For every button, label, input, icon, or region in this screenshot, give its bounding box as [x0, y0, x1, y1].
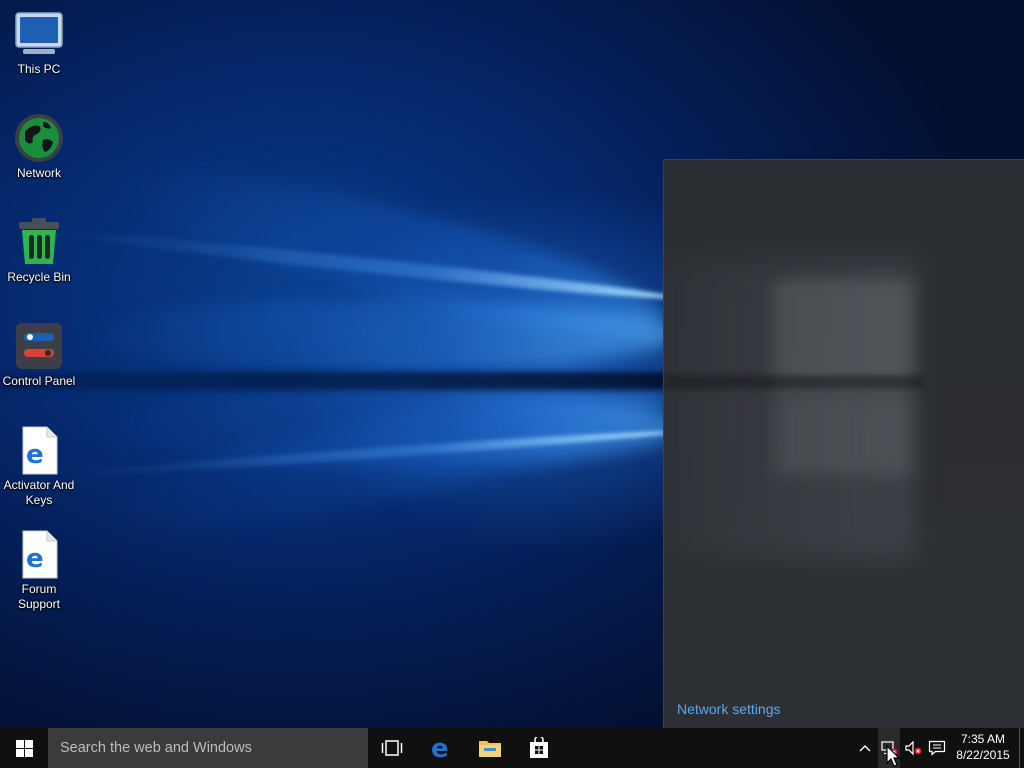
monitor-icon [13, 8, 65, 60]
task-view-button[interactable] [368, 728, 416, 768]
svg-text:e: e [26, 440, 44, 470]
desktop-icon-label: Recycle Bin [7, 270, 71, 284]
store-icon [530, 737, 548, 758]
control-panel-icon [13, 320, 65, 372]
network-flyout: Network settings [663, 159, 1024, 729]
show-desktop-button[interactable] [1019, 728, 1024, 768]
desktop-icon-label: Network [16, 166, 61, 180]
action-center-button[interactable] [926, 728, 948, 768]
action-center-icon [928, 740, 946, 756]
edge-taskbar-button[interactable]: e [418, 728, 466, 768]
windows-logo-icon [15, 739, 33, 757]
chevron-up-icon [859, 745, 871, 752]
desktop-icon-network[interactable]: Network [0, 106, 78, 181]
desktop-icon-recycle-bin[interactable]: Recycle Bin [0, 210, 78, 285]
desktop-icon-control-panel[interactable]: Control Panel [0, 314, 78, 389]
clock-time: 7:35 AM [960, 732, 1006, 746]
taskbar-search-box[interactable] [48, 728, 368, 768]
desktop-icon-label: Control Panel [2, 374, 76, 388]
svg-text:e: e [431, 736, 449, 760]
folder-icon [479, 741, 501, 757]
desktop-icon-this-pc[interactable]: This PC [0, 2, 78, 77]
edge-icon: e [431, 736, 449, 760]
start-button[interactable] [0, 728, 48, 768]
clock-date: 8/22/2015 [956, 748, 1010, 762]
volume-tray-button[interactable] [902, 728, 924, 768]
edge-document-icon: e [13, 528, 65, 580]
volume-muted-icon [905, 740, 922, 756]
task-view-icon [381, 740, 403, 756]
mouse-cursor-icon [886, 745, 901, 767]
network-settings-link[interactable]: Network settings [677, 701, 780, 717]
taskbar-clock[interactable]: 7:35 AM 8/22/2015 [948, 731, 1018, 763]
search-input[interactable] [48, 728, 360, 768]
desktop-icon-activator-and-keys[interactable]: e Activator And Keys [0, 418, 78, 508]
svg-text:e: e [26, 544, 44, 574]
desktop-icon-label: This PC [17, 62, 61, 76]
taskbar: e [0, 728, 1024, 768]
desktop-icon-label: Forum Support [17, 582, 61, 611]
recycle-bin-icon [13, 216, 65, 268]
file-explorer-taskbar-button[interactable] [466, 728, 514, 768]
edge-document-icon: e [13, 424, 65, 476]
globe-icon [13, 112, 65, 164]
desktop-icon-label: Activator And Keys [3, 478, 75, 507]
store-taskbar-button[interactable] [515, 728, 563, 768]
show-hidden-icons-button[interactable] [856, 728, 874, 768]
desktop-icon-forum-support[interactable]: e Forum Support [0, 522, 78, 612]
